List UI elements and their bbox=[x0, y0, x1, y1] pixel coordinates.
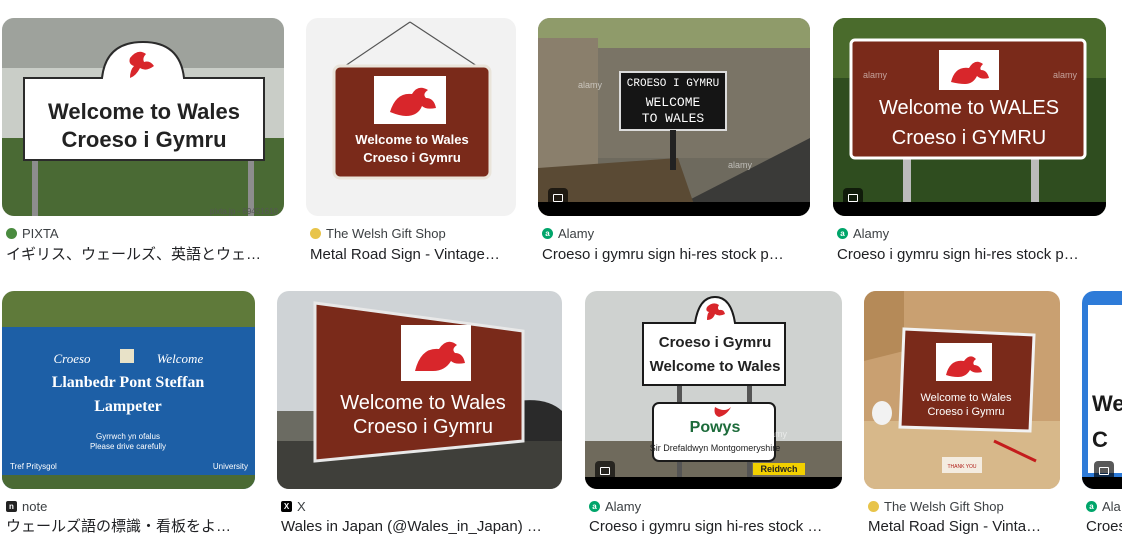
result-thumbnail-1[interactable]: Welcome to Wales Croeso i Gymru pixta.jp… bbox=[2, 18, 284, 216]
image-gallery-icon bbox=[843, 188, 863, 208]
result-source-9[interactable]: a Ala bbox=[1086, 498, 1122, 514]
alamy-favicon-icon: a bbox=[589, 500, 600, 512]
alamy-watermark: alamy bbox=[863, 70, 888, 80]
sign-text-town-welsh: Llanbedr Pont Steffan bbox=[52, 374, 205, 391]
result-thumbnail-8[interactable]: Welcome to Wales Croeso i Gymru THANK YO… bbox=[864, 291, 1060, 489]
sign-text-welsh: Croeso i GYMRU bbox=[892, 127, 1046, 149]
sign-text-english: Welcome to Wales bbox=[355, 132, 468, 147]
image-gallery-icon bbox=[1094, 461, 1114, 481]
result-source-6[interactable]: X X bbox=[281, 498, 551, 514]
alamy-favicon-icon: a bbox=[837, 227, 848, 239]
result-source-1[interactable]: PIXTA bbox=[6, 225, 276, 241]
sign-text-foot-welsh: Tref Pritysgol bbox=[10, 462, 57, 471]
source-name: Alamy bbox=[605, 498, 642, 514]
result-source-2[interactable]: The Welsh Gift Shop bbox=[310, 225, 510, 241]
source-name: Alamy bbox=[558, 225, 595, 241]
sign-text-croeso: Croeso bbox=[53, 351, 91, 366]
sign-text-welsh: Croeso i Gymru bbox=[363, 150, 461, 165]
x-favicon-icon: X bbox=[281, 500, 292, 512]
sign-text-town-english: Lampeter bbox=[94, 398, 162, 415]
image-gallery-icon bbox=[595, 461, 615, 481]
source-name: Alamy bbox=[853, 225, 890, 241]
image-credit: pixta.jp - 69451610 bbox=[210, 207, 279, 216]
result-source-3[interactable]: a Alamy bbox=[542, 225, 802, 241]
result-thumbnail-6[interactable]: Welcome to Wales Croeso i Gymru bbox=[277, 291, 562, 489]
sign-text-small-welsh: Gyrrwch yn ofalus bbox=[96, 432, 160, 441]
result-title-7[interactable]: Croeso i gymru sign hi-res stock … bbox=[589, 517, 841, 537]
image-gallery-icon bbox=[548, 188, 568, 208]
welcome-sign-image: Welcome to Wales Croeso i Gymru pixta.jp… bbox=[2, 18, 284, 216]
sign-text-small-english: Please drive carefully bbox=[90, 442, 166, 451]
blue-town-sign-image: Croeso Welcome Llanbedr Pont Steffan Lam… bbox=[2, 291, 255, 489]
result-title-8[interactable]: Metal Road Sign - Vinta… bbox=[868, 517, 1060, 537]
result-title-3[interactable]: Croeso i gymru sign hi-res stock p… bbox=[542, 245, 810, 265]
result-title-1[interactable]: イギリス、ウェールズ、英語とウェ… bbox=[6, 245, 276, 265]
result-source-7[interactable]: a Alamy bbox=[589, 498, 829, 514]
result-title-5[interactable]: ウェールズ語の標識・看板をよ… bbox=[6, 517, 254, 537]
stone-wall-sign-image: CROESO I GYMRU WELCOME TO WALES alamy al… bbox=[538, 18, 810, 216]
metal-sign-image: Welcome to Wales Croeso i Gymru bbox=[306, 18, 516, 216]
roadside-sign-image: Welcome to Wales Croeso i Gymru bbox=[277, 291, 562, 489]
sign-text-english-2: TO WALES bbox=[642, 111, 705, 126]
result-source-5[interactable]: n note bbox=[6, 498, 246, 514]
thank-you-card-text: THANK YOU bbox=[947, 464, 976, 470]
sign-text-english: Welcome to Wales bbox=[650, 358, 781, 375]
plywood-sign-image: Welcome to Wales Croeso i Gymru THANK YO… bbox=[864, 291, 1060, 489]
result-thumbnail-7[interactable]: Croeso i Gymru Welcome to Wales Powys Si… bbox=[585, 291, 842, 489]
sign-text-english-1: WELCOME bbox=[646, 95, 701, 110]
result-thumbnail-4[interactable]: Welcome to WALES Croeso i GYMRU alamy al… bbox=[833, 18, 1106, 216]
sign-text-county-names: Sir Drefaldwyn Montgomeryshire bbox=[650, 443, 781, 453]
sign-text-welsh: CROESO I GYMRU bbox=[627, 78, 719, 90]
sign-text-welcome: Welcome bbox=[157, 351, 204, 366]
source-name: X bbox=[297, 498, 306, 514]
alamy-watermark: alamy bbox=[578, 80, 603, 90]
sign-text-county: Powys bbox=[690, 419, 741, 436]
alamy-favicon-icon: a bbox=[1086, 500, 1097, 512]
result-thumbnail-5[interactable]: Croeso Welcome Llanbedr Pont Steffan Lam… bbox=[2, 291, 255, 489]
result-source-4[interactable]: a Alamy bbox=[837, 225, 1097, 241]
partial-sign-image: We C bbox=[1082, 291, 1122, 489]
alamy-favicon-icon: a bbox=[542, 227, 553, 239]
result-title-4[interactable]: Croeso i gymru sign hi-res stock p… bbox=[837, 245, 1105, 265]
gift-shop-favicon-icon bbox=[310, 227, 321, 239]
source-name: note bbox=[22, 498, 48, 514]
result-thumbnail-3[interactable]: CROESO I GYMRU WELCOME TO WALES alamy al… bbox=[538, 18, 810, 216]
result-thumbnail-9[interactable]: We C bbox=[1082, 291, 1122, 489]
sign-text-english: Welcome to Wales bbox=[340, 392, 506, 414]
sign-text-english: Welcome to Wales bbox=[48, 99, 240, 124]
source-name: Ala bbox=[1102, 498, 1121, 514]
pixta-favicon-icon bbox=[6, 227, 17, 239]
sign-text-english: Welcome to Wales bbox=[920, 392, 1012, 404]
source-name: The Welsh Gift Shop bbox=[884, 498, 1004, 514]
sign-text-welsh: Croeso i Gymru bbox=[61, 127, 226, 152]
alamy-watermark: alamy bbox=[728, 160, 753, 170]
note-favicon-icon: n bbox=[6, 500, 17, 512]
alamy-watermark: alamy bbox=[763, 429, 788, 439]
sign-text-english: Welcome to WALES bbox=[879, 97, 1059, 119]
sign-text-english: We bbox=[1092, 391, 1122, 416]
sign-text-welsh: Croeso i Gymru bbox=[927, 406, 1004, 418]
gift-shop-favicon-icon bbox=[868, 500, 879, 512]
result-source-8[interactable]: The Welsh Gift Shop bbox=[868, 498, 1058, 514]
sign-text-welsh: Croeso i Gymru bbox=[353, 416, 493, 438]
source-name: The Welsh Gift Shop bbox=[326, 225, 446, 241]
sign-text-welsh: Croeso i Gymru bbox=[659, 334, 772, 351]
result-title-9[interactable]: Croes bbox=[1086, 517, 1122, 537]
result-title-2[interactable]: Metal Road Sign - Vintage… bbox=[310, 245, 515, 265]
alamy-watermark: alamy bbox=[1053, 70, 1078, 80]
sign-text-yellow: Reidwch bbox=[760, 464, 797, 474]
source-name: PIXTA bbox=[22, 225, 59, 241]
sign-text-foot-english: University bbox=[213, 462, 248, 471]
sign-text-welsh: C bbox=[1092, 427, 1108, 452]
result-thumbnail-2[interactable]: Welcome to Wales Croeso i Gymru bbox=[306, 18, 516, 216]
powys-sign-image: Croeso i Gymru Welcome to Wales Powys Si… bbox=[585, 291, 842, 489]
result-title-6[interactable]: Wales in Japan (@Wales_in_Japan) … bbox=[281, 517, 561, 537]
brown-road-sign-image: Welcome to WALES Croeso i GYMRU alamy al… bbox=[833, 18, 1106, 216]
